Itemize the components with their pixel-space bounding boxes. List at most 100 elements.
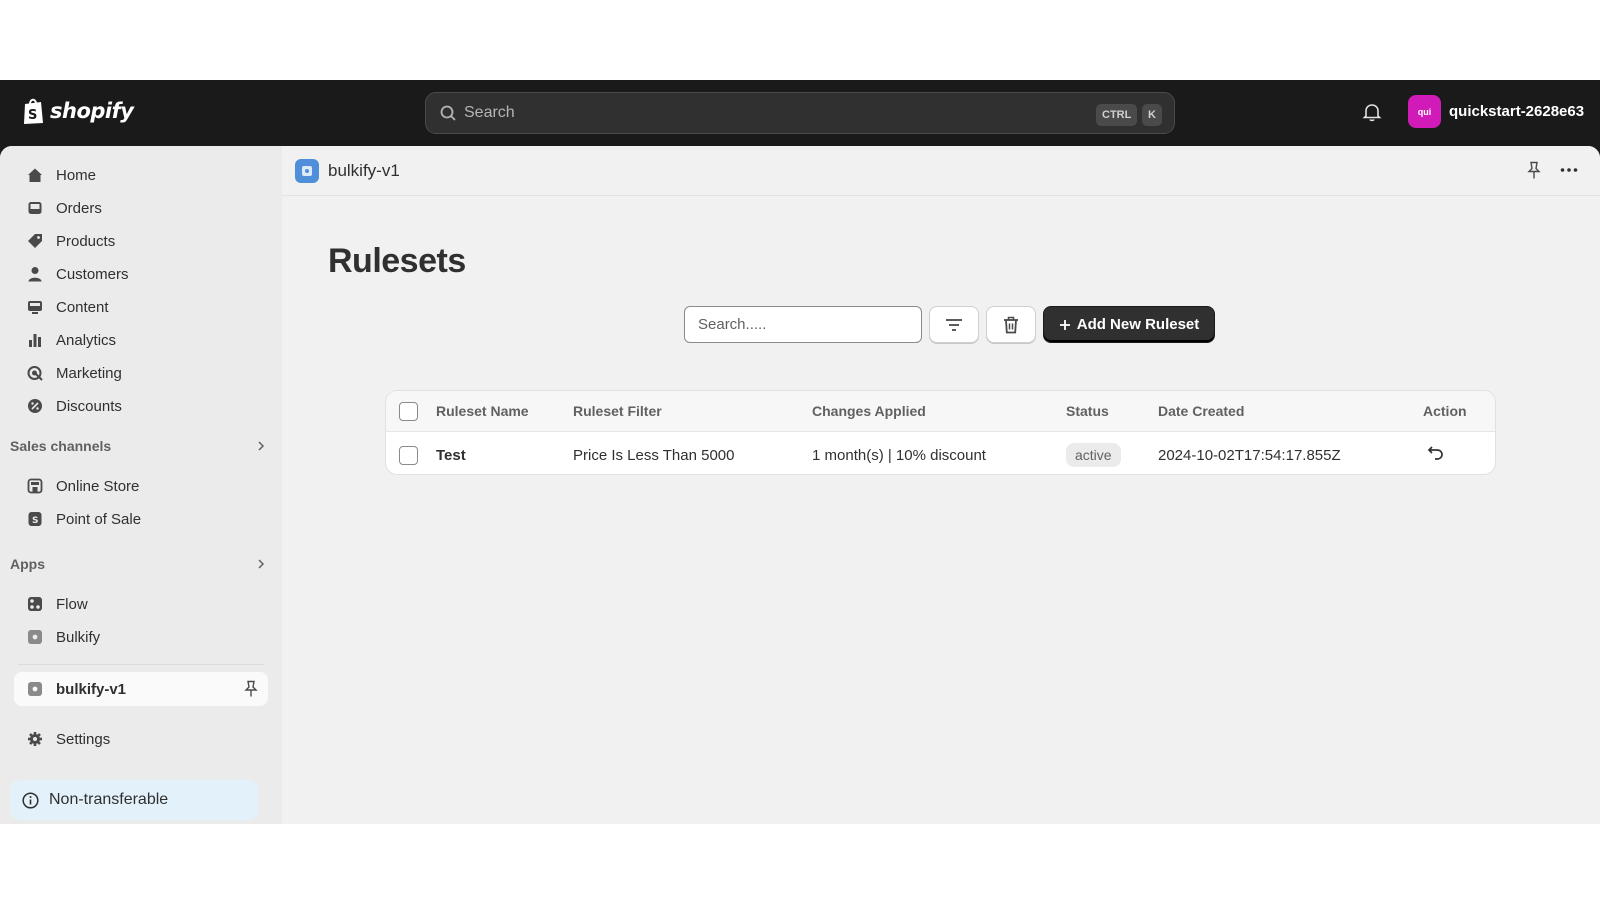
sidebar-item-bulkify-v1[interactable]: bulkify-v1 — [14, 672, 268, 706]
sidebar-item-label: Bulkify — [56, 628, 101, 646]
global-search-bar[interactable]: Search CTRL K — [425, 92, 1175, 134]
info-icon — [22, 791, 39, 809]
column-header: Date Created — [1158, 403, 1245, 419]
sidebar-item-flow[interactable]: Flow — [14, 589, 268, 619]
apps-heading: Apps — [10, 556, 45, 572]
column-header: Action — [1423, 403, 1467, 419]
search-icon — [440, 105, 456, 121]
store-name: quickstart-2628e63 — [1449, 103, 1585, 120]
add-button-label: Add New Ruleset — [1076, 316, 1200, 333]
target-icon — [26, 364, 44, 382]
discount-icon — [26, 397, 44, 415]
top-bar: S shopify Search CTRL K qui quickstart-2… — [0, 80, 1600, 146]
sidebar-item-point-of-sale[interactable]: S Point of Sale — [14, 504, 268, 534]
sidebar-item-analytics[interactable]: Analytics — [14, 325, 268, 355]
sidebar-item-label: Products — [56, 232, 116, 250]
bell-icon[interactable] — [1362, 102, 1382, 122]
content-icon — [26, 298, 44, 316]
apps-section[interactable]: Apps — [10, 556, 266, 572]
sidebar-item-orders[interactable]: Orders — [14, 193, 268, 223]
sidebar-divider — [18, 664, 264, 665]
ruleset-filter: Price Is Less Than 5000 — [573, 447, 735, 464]
banner-label: Non-transferable — [49, 791, 169, 808]
sidebar-item-home[interactable]: Home — [14, 160, 268, 190]
sidebar-item-settings[interactable]: Settings — [14, 724, 268, 754]
column-header: Ruleset Filter — [573, 403, 662, 419]
rulesets-table: Ruleset Name Ruleset Filter Changes Appl… — [385, 390, 1496, 475]
flow-icon — [26, 595, 44, 613]
pin-icon[interactable] — [1527, 161, 1541, 180]
chevron-right-icon — [258, 559, 265, 569]
date-created: 2024-10-02T17:54:17.855Z — [1158, 447, 1341, 464]
home-icon — [26, 166, 44, 184]
sidebar-item-label: Customers — [56, 265, 129, 283]
logo-wordmark: shopify — [50, 99, 134, 123]
search-placeholder: Search — [464, 104, 515, 121]
sidebar-item-discounts[interactable]: Discounts — [14, 391, 268, 421]
sidebar-item-label: Discounts — [56, 397, 122, 415]
sidebar-item-online-store[interactable]: Online Store — [14, 471, 268, 501]
shopify-admin-window: S shopify Search CTRL K qui quickstart-2… — [0, 80, 1600, 824]
delete-button[interactable] — [986, 306, 1036, 343]
gear-icon — [26, 730, 44, 748]
chevron-right-icon — [258, 441, 265, 451]
shopify-bag-icon: S — [24, 98, 43, 124]
person-icon — [26, 265, 44, 283]
sidebar: Home Orders Products Customers Content A… — [0, 146, 282, 824]
more-actions-icon[interactable] — [1559, 160, 1579, 180]
svg-text:S: S — [28, 108, 37, 123]
sidebar-item-label: Point of Sale — [56, 510, 142, 528]
sidebar-item-products[interactable]: Products — [14, 226, 268, 256]
filter-button[interactable] — [929, 306, 979, 343]
kbd-k: K — [1142, 104, 1162, 126]
app-icon — [295, 159, 319, 183]
trash-icon — [1004, 316, 1018, 333]
undo-icon[interactable] — [1427, 443, 1445, 461]
sidebar-item-label: Online Store — [56, 477, 140, 495]
changes-applied: 1 month(s) | 10% discount — [812, 447, 986, 464]
row-checkbox[interactable] — [399, 446, 418, 465]
avatar: qui — [1408, 95, 1441, 128]
svg-text:S: S — [32, 516, 38, 526]
sidebar-item-label: Flow — [56, 595, 88, 613]
sidebar-item-label: Home — [56, 166, 97, 184]
kbd-ctrl: CTRL — [1096, 104, 1138, 126]
sidebar-item-marketing[interactable]: Marketing — [14, 358, 268, 388]
status-badge: active — [1066, 443, 1121, 467]
tag-icon — [26, 232, 44, 250]
sales-channels-heading: Sales channels — [10, 438, 112, 454]
sidebar-item-label: bulkify-v1 — [56, 680, 127, 698]
sales-channels-section[interactable]: Sales channels — [10, 438, 266, 454]
app-icon — [26, 680, 44, 698]
app-title-bar: bulkify-v1 — [282, 146, 1600, 196]
shopify-logo[interactable]: S shopify — [22, 96, 134, 126]
column-header: Status — [1066, 403, 1109, 419]
ruleset-search-input[interactable] — [684, 306, 922, 343]
inbox-icon — [26, 199, 44, 217]
bar-chart-icon — [26, 331, 44, 349]
plus-icon — [1059, 319, 1070, 330]
sidebar-item-customers[interactable]: Customers — [14, 259, 268, 289]
filter-icon — [946, 318, 962, 331]
store-icon — [26, 477, 44, 495]
sidebar-item-label: Analytics — [56, 331, 117, 349]
sidebar-item-label: Content — [56, 298, 109, 316]
pin-icon[interactable] — [244, 680, 258, 698]
pos-icon: S — [26, 510, 44, 528]
add-new-ruleset-button[interactable]: Add New Ruleset — [1043, 306, 1215, 343]
ruleset-name: Test — [436, 447, 466, 464]
app-title: bulkify-v1 — [328, 161, 400, 180]
sidebar-item-content[interactable]: Content — [14, 292, 268, 322]
column-header: Ruleset Name — [436, 403, 529, 419]
sidebar-item-label: Marketing — [56, 364, 122, 382]
main-area: Home Orders Products Customers Content A… — [0, 146, 1600, 824]
app-icon — [26, 628, 44, 646]
column-header: Changes Applied — [812, 403, 926, 419]
non-transferable-banner[interactable]: Non-transferable — [10, 780, 258, 820]
table-header: Ruleset Name Ruleset Filter Changes Appl… — [386, 391, 1495, 432]
store-switcher[interactable]: qui quickstart-2628e63 — [1408, 95, 1584, 128]
page-title: Rulesets — [328, 242, 466, 280]
sidebar-item-label: Settings — [56, 730, 111, 748]
select-all-checkbox[interactable] — [399, 402, 418, 421]
sidebar-item-bulkify[interactable]: Bulkify — [14, 622, 268, 652]
